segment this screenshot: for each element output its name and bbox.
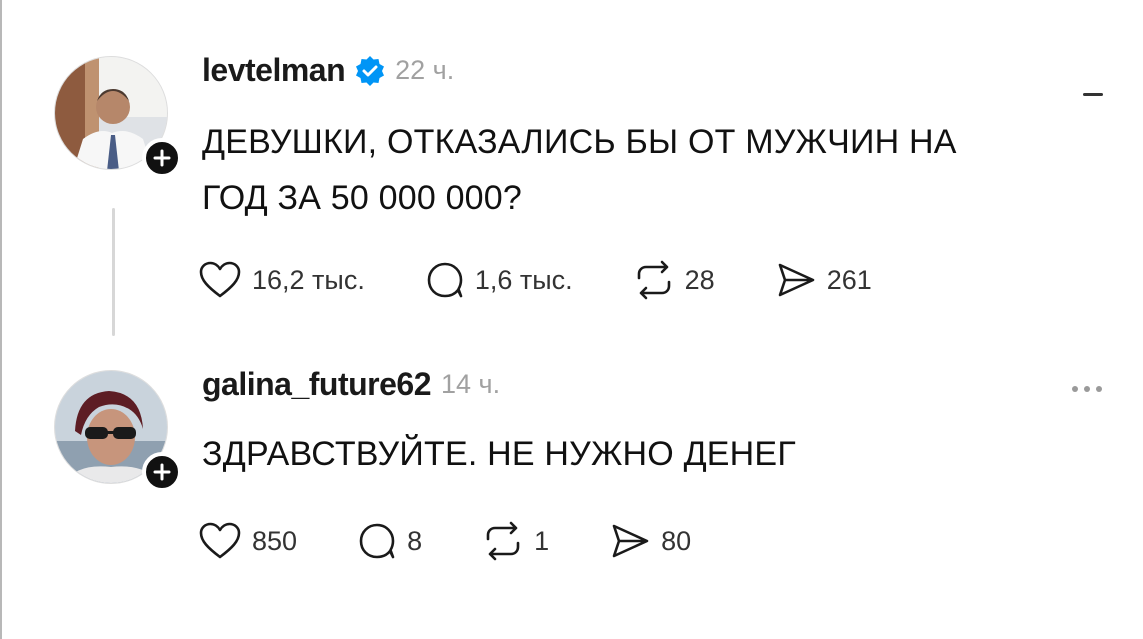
dot — [1072, 386, 1078, 392]
thread-line — [112, 208, 115, 336]
repost-arrows-icon — [486, 521, 520, 561]
paper-plane-icon — [778, 263, 814, 297]
repost-button[interactable]: 28 — [633, 260, 715, 300]
image-left-border — [0, 0, 2, 639]
repost-count: 28 — [684, 264, 715, 295]
plus-icon — [153, 149, 171, 167]
reply-header: galina_future62 14 ч. — [202, 366, 500, 403]
comment-button[interactable]: 8 — [357, 521, 422, 561]
repost-arrows-icon — [637, 260, 670, 300]
reply-time: 14 ч. — [441, 369, 501, 399]
heart-icon — [199, 522, 241, 559]
share-count: 261 — [826, 264, 872, 295]
like-button[interactable]: 850 — [198, 521, 297, 561]
reply-text: ЗДРАВСТВУЙТЕ. НЕ НУЖНО ДЕНЕГ — [202, 426, 796, 482]
plus-icon — [153, 463, 171, 481]
reply-username[interactable]: galina_future62 — [202, 366, 432, 403]
share-button[interactable]: 261 — [775, 260, 872, 300]
post-time: 22 ч. — [395, 55, 455, 85]
post-text: ДЕВУШКИ, ОТКАЗАЛИСЬ БЫ ОТ МУЖЧИН НА ГОД … — [202, 114, 957, 226]
post-actions: 16,2 тыс. 1,6 тыс. 28 261 — [198, 260, 932, 300]
post-username[interactable]: levtelman — [202, 52, 346, 89]
reply-text-line: ЗДРАВСТВУЙТЕ. НЕ НУЖНО ДЕНЕГ — [202, 435, 796, 473]
dot — [1084, 386, 1090, 392]
reply-actions: 850 8 1 80 — [198, 521, 751, 561]
like-button[interactable]: 16,2 тыс. — [198, 260, 365, 300]
menu-hint — [1083, 93, 1103, 96]
follow-button[interactable] — [142, 138, 182, 178]
reply-author-avatar[interactable] — [54, 370, 182, 492]
post-text-line: ДЕВУШКИ, ОТКАЗАЛИСЬ БЫ ОТ МУЖЧИН НА — [202, 123, 957, 161]
comment-button[interactable]: 1,6 тыс. — [425, 260, 573, 300]
heart-icon — [199, 261, 241, 298]
comment-bubble-icon — [359, 523, 395, 559]
post-text-line: ГОД ЗА 50 000 000? — [202, 179, 523, 217]
follow-button[interactable] — [142, 452, 182, 492]
comment-bubble-icon — [427, 262, 463, 298]
like-count: 850 — [252, 525, 298, 556]
post-header: levtelman 22 ч. — [202, 52, 454, 89]
like-count: 16,2 тыс. — [252, 264, 365, 295]
dot — [1096, 386, 1102, 392]
comment-count: 1,6 тыс. — [474, 264, 573, 295]
more-dots-icon[interactable] — [1072, 386, 1102, 392]
comment-count: 8 — [407, 525, 423, 556]
verified-badge-icon — [355, 55, 385, 86]
share-button[interactable]: 80 — [609, 521, 691, 561]
share-count: 80 — [661, 525, 692, 556]
repost-count: 1 — [534, 525, 550, 556]
paper-plane-icon — [612, 524, 649, 558]
post-author-avatar[interactable] — [54, 56, 182, 178]
repost-button[interactable]: 1 — [482, 521, 549, 561]
